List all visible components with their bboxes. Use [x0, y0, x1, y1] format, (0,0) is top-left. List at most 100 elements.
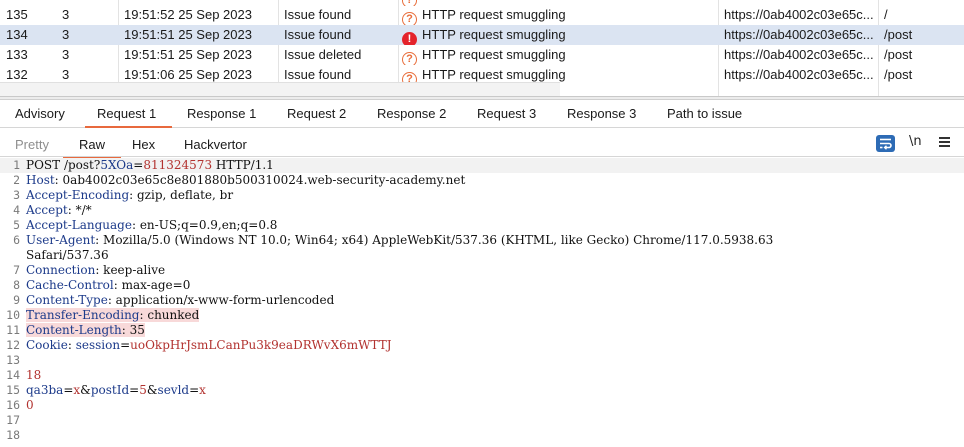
line-number: 7: [13, 263, 20, 277]
header-line: Host: 0ab4002c03e65c8e801880b500310024.w…: [26, 173, 465, 188]
body-chunk-size: 18: [26, 368, 41, 383]
header-content: Cache-Control: max-age=0: [26, 278, 190, 292]
header-colon: :: [95, 233, 104, 247]
issue-host: https://0ab4002c03e65c...: [724, 7, 874, 22]
header-name: Connection: [26, 263, 96, 277]
param-equals: =: [189, 383, 200, 397]
header-name: Transfer-Encoding: [26, 308, 140, 322]
header-name: Host: [26, 173, 55, 187]
line-number: 10: [6, 308, 20, 322]
line-number: 2: [13, 173, 20, 187]
header-line: Connection: keep-alive: [26, 263, 165, 278]
query-param-equals: =: [133, 158, 144, 172]
cookie-equals: =: [120, 338, 131, 352]
issue-name: HTTP request smuggling: [422, 7, 566, 22]
header-value: max-age=0: [121, 278, 191, 292]
issue-detail-tabs: Advisory Request 1 Response 1 Request 2 Resp…: [0, 101, 964, 128]
raw-request-editor[interactable]: 1 2 3 4 5 6 7 8 9 10 11 12 13 14 15 16 17 18 POST /post?5X…: [0, 158, 964, 447]
tab-hackvertor[interactable]: Hackvertor: [184, 137, 247, 152]
tab-pretty[interactable]: Pretty: [15, 137, 49, 152]
header-name: Accept-Language: [26, 218, 132, 232]
issue-path: /post: [884, 47, 913, 62]
issue-number: 133: [6, 47, 28, 62]
header-colon: :: [131, 218, 140, 232]
table-row[interactable]: 134 3 19:51:51 25 Sep 2023 Issue found! HTTP…: [0, 25, 964, 45]
header-value: application/x-www-form-urlencoded: [115, 293, 335, 307]
header-value: keep-alive: [103, 263, 166, 277]
body-params-line: qa3ba=x&postId=5&sevld=x: [26, 383, 206, 398]
issue-host: https://0ab4002c03e65c...: [724, 47, 874, 62]
line-number: 16: [6, 398, 20, 412]
tab-hex[interactable]: Hex: [132, 137, 155, 152]
show-newlines-button[interactable]: \n: [909, 134, 922, 149]
word-wrap-toggle-button[interactable]: [876, 135, 895, 152]
body-param-name: postId: [90, 383, 130, 397]
request-line: POST /post?5XOa=811324573 HTTP/1.1: [26, 158, 274, 173]
issue-action: Issue deleted: [284, 47, 362, 62]
line-number: 6: [13, 233, 20, 247]
line-number: 13: [6, 353, 20, 367]
header-line: User-Agent: Mozilla/5.0 (Windows NT 10.0…: [26, 233, 773, 248]
header-value: gzip, deflate, br: [137, 188, 234, 202]
cookie-name: session: [75, 338, 121, 352]
param-separator: &: [80, 383, 91, 397]
body-param-value: x: [199, 383, 206, 397]
tab-request-2[interactable]: Request 2: [287, 106, 346, 128]
tab-path-to-issue[interactable]: Path to issue: [667, 106, 742, 128]
tab-response-3[interactable]: Response 3: [567, 106, 636, 128]
chunk-size: 18: [26, 368, 42, 382]
line-number: 11: [6, 323, 20, 337]
editor-menu-icon[interactable]: [938, 133, 952, 151]
tab-request-3[interactable]: Request 3: [477, 106, 536, 128]
param-separator: &: [146, 383, 158, 397]
header-line: Transfer-Encoding: chunked: [26, 308, 200, 323]
issue-name-cell: ? HTTP request smuggling: [402, 5, 722, 25]
issue-time: 19:51:51 25 Sep 2023: [124, 27, 252, 42]
line-number: 12: [6, 338, 20, 352]
table-horizontal-scrollbar[interactable]: [0, 82, 560, 97]
question-icon: ?: [402, 12, 417, 25]
issue-action: Issue found: [284, 27, 352, 42]
header-content: Accept-Encoding: gzip, deflate, br: [26, 188, 233, 202]
http-version: HTTP/1.1: [212, 158, 274, 172]
issue-host: https://0ab4002c03e65c...: [724, 67, 874, 82]
query-param-value: 811324573: [143, 158, 213, 172]
header-value: chunked: [147, 308, 200, 322]
header-continuation: Safari/537.36: [26, 248, 109, 263]
header-name: Content-Length: [26, 323, 122, 337]
header-colon: :: [95, 263, 104, 277]
request-method-path: POST /post?: [26, 158, 101, 172]
line-number: 18: [6, 428, 20, 442]
header-name: Cookie: [26, 338, 68, 352]
line-number: 14: [6, 368, 20, 382]
issue-name-cell: ? HTTP request smuggling: [402, 45, 722, 65]
table-row[interactable]: 133 3 19:51:51 25 Sep 2023 Issue deleted ? HT…: [0, 45, 964, 65]
header-value: 35: [129, 323, 145, 337]
question-icon: ?: [402, 52, 417, 65]
header-value: en-US;q=0.9,en;q=0.8: [139, 218, 278, 232]
tab-advisory[interactable]: Advisory: [15, 106, 65, 128]
terminator: 0: [26, 398, 34, 412]
issue-severity: 3: [62, 47, 70, 62]
tab-response-1[interactable]: Response 1: [187, 106, 256, 128]
cookie-value: uoOkpHrJsmLCanPu3k9eaDRWvX6mWTTJ: [130, 338, 392, 352]
tab-request-1[interactable]: Request 1: [84, 106, 173, 128]
header-colon: :: [121, 323, 130, 337]
tab-raw[interactable]: Raw: [62, 137, 122, 159]
header-colon: :: [129, 188, 137, 202]
table-row[interactable]: 135 3 19:51:52 25 Sep 2023 Issue found? HTTP…: [0, 5, 964, 25]
header-name: Cache-Control: [26, 278, 114, 292]
line-number: 9: [13, 293, 20, 307]
line-number: 4: [13, 203, 20, 217]
panel-resize-handle[interactable]: [0, 97, 964, 100]
header-content: Accept: */*: [26, 203, 92, 217]
header-colon: :: [113, 278, 122, 292]
header-line: Content-Type: application/x-www-form-url…: [26, 293, 334, 308]
body-param-name: sevld: [157, 383, 190, 397]
header-colon: :: [67, 203, 76, 217]
header-content: Host: 0ab4002c03e65c8e801880b500310024.w…: [26, 173, 465, 187]
header-content: Transfer-Encoding: chunked: [26, 308, 200, 322]
tab-response-2[interactable]: Response 2: [377, 106, 446, 128]
issue-time: 19:51:51 25 Sep 2023: [124, 47, 252, 62]
header-colon: :: [54, 173, 63, 187]
